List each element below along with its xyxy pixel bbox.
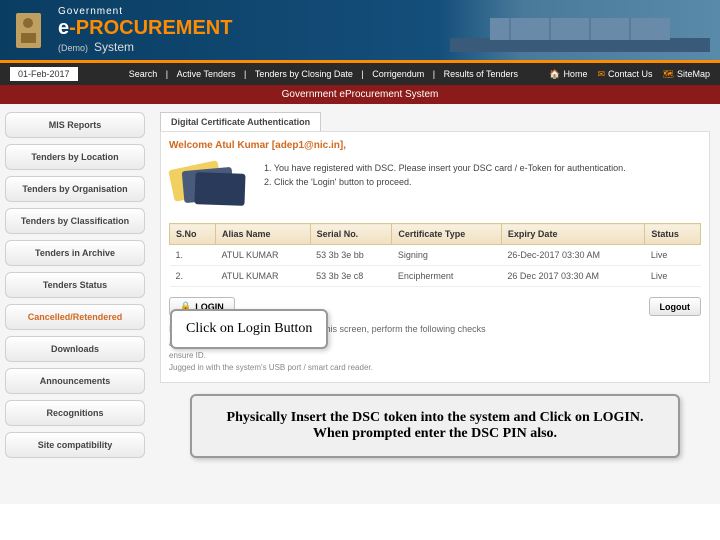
table-header: S.No bbox=[170, 224, 216, 245]
red-title-bar: Government eProcurement System bbox=[0, 85, 720, 104]
info-row: 1. You have registered with DSC. Please … bbox=[169, 161, 701, 211]
nav-right: 🏠Home ✉Contact Us 🗺SiteMap bbox=[549, 69, 710, 80]
sidebar-item[interactable]: Tenders Status bbox=[5, 272, 145, 298]
table-header: Certificate Type bbox=[392, 224, 502, 245]
table-header: Expiry Date bbox=[501, 224, 644, 245]
nav-bar: 01-Feb-2017 Search | Active Tenders | Te… bbox=[0, 63, 720, 85]
info-line-1: 1. You have registered with DSC. Please … bbox=[264, 161, 626, 175]
sidebar-item[interactable]: Tenders by Location bbox=[5, 144, 145, 170]
nav-link[interactable]: Corrigendum bbox=[372, 69, 424, 79]
table-row: 2.ATUL KUMAR53 3b 3e c8Encipherment26 De… bbox=[170, 266, 701, 287]
dsc-card-icon bbox=[169, 161, 249, 211]
nav-icon: 🗺 bbox=[663, 69, 674, 80]
main-panel: Digital Certificate Authentication Welco… bbox=[150, 104, 720, 504]
table-row: 1.ATUL KUMAR53 3b 3e bbSigning26-Dec-201… bbox=[170, 245, 701, 266]
date-display: 01-Feb-2017 bbox=[10, 67, 78, 81]
sidebar: MIS Reports Tenders by Location Tenders by… bbox=[0, 104, 150, 504]
nav-right-link[interactable]: 🏠Home bbox=[549, 69, 587, 80]
nav-right-link[interactable]: ✉Contact Us bbox=[597, 69, 652, 80]
page-header: Government e-PROCUREMENT (Demo) System bbox=[0, 0, 720, 60]
info-line-2: 2. Click the 'Login' button to proceed. bbox=[264, 175, 626, 189]
nav-link[interactable]: Tenders by Closing Date bbox=[255, 69, 353, 79]
emblem-icon bbox=[8, 5, 48, 55]
nav-link[interactable]: Active Tenders bbox=[177, 69, 236, 79]
sidebar-item[interactable]: Tenders by Classification bbox=[5, 208, 145, 234]
nav-link[interactable]: Search bbox=[129, 69, 158, 79]
welcome-text: Welcome Atul Kumar [adep1@nic.in], bbox=[169, 140, 701, 151]
nav-link[interactable]: Results of Tenders bbox=[444, 69, 518, 79]
sidebar-item[interactable]: Cancelled/Retendered bbox=[5, 304, 145, 330]
logo-eproc: e-PROCUREMENT bbox=[58, 17, 232, 40]
sidebar-item[interactable]: Downloads bbox=[5, 336, 145, 362]
content-area: MIS Reports Tenders by Location Tenders by… bbox=[0, 104, 720, 504]
callout-instruction: Physically Insert the DSC token into the… bbox=[190, 394, 680, 458]
certificate-table: S.NoAlias NameSerial No.Certificate Type… bbox=[169, 223, 701, 287]
sidebar-item[interactable]: Recognitions bbox=[5, 400, 145, 426]
nav-icon: ✉ bbox=[597, 69, 605, 80]
logo-text: Government e-PROCUREMENT (Demo) System bbox=[58, 6, 232, 54]
table-header: Alias Name bbox=[215, 224, 310, 245]
table-header: Serial No. bbox=[310, 224, 392, 245]
callout-login: Click on Login Button bbox=[170, 309, 328, 349]
tab-dsc-auth[interactable]: Digital Certificate Authentication bbox=[160, 112, 321, 131]
sidebar-item[interactable]: Tenders in Archive bbox=[5, 240, 145, 266]
logout-button[interactable]: Logout bbox=[649, 297, 702, 316]
table-header: Status bbox=[645, 224, 701, 245]
nav-icon: 🏠 bbox=[549, 69, 560, 80]
nav-center: Search | Active Tenders | Tenders by Clo… bbox=[98, 69, 550, 79]
info-list: 1. You have registered with DSC. Please … bbox=[264, 161, 626, 190]
logo-system: System bbox=[94, 40, 134, 54]
header-image bbox=[440, 0, 720, 60]
sidebar-item[interactable]: Announcements bbox=[5, 368, 145, 394]
sidebar-item[interactable]: MIS Reports bbox=[5, 112, 145, 138]
sidebar-item[interactable]: Site compatibility bbox=[5, 432, 145, 458]
logo-gov: Government bbox=[58, 6, 232, 17]
demo-label: (Demo) bbox=[58, 43, 88, 53]
sidebar-item[interactable]: Tenders by Organisation bbox=[5, 176, 145, 202]
nav-right-link[interactable]: 🗺SiteMap bbox=[663, 69, 710, 80]
